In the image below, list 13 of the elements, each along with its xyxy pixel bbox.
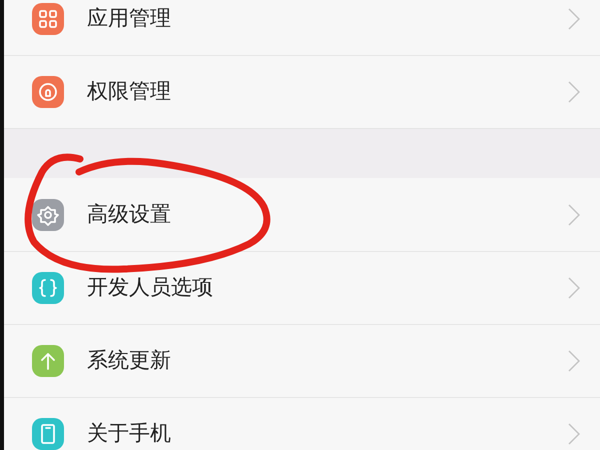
- item-label: 权限管理: [87, 78, 172, 106]
- item-label: 关于手机: [87, 420, 172, 448]
- item-label: 高级设置: [87, 200, 172, 228]
- chevron-right-icon: [568, 81, 580, 103]
- chevron-right-icon: [568, 8, 580, 30]
- chevron-right-icon: [568, 350, 580, 372]
- chevron-right-icon: [568, 423, 580, 445]
- item-label: 系统更新: [87, 347, 172, 374]
- item-label: 应用管理: [87, 4, 172, 32]
- settings-row[interactable]: 关于手机: [4, 397, 600, 450]
- chevron-right-icon: [568, 277, 580, 299]
- item-label: 开发人员选项: [87, 274, 214, 302]
- chevron-right-icon: [568, 204, 580, 226]
